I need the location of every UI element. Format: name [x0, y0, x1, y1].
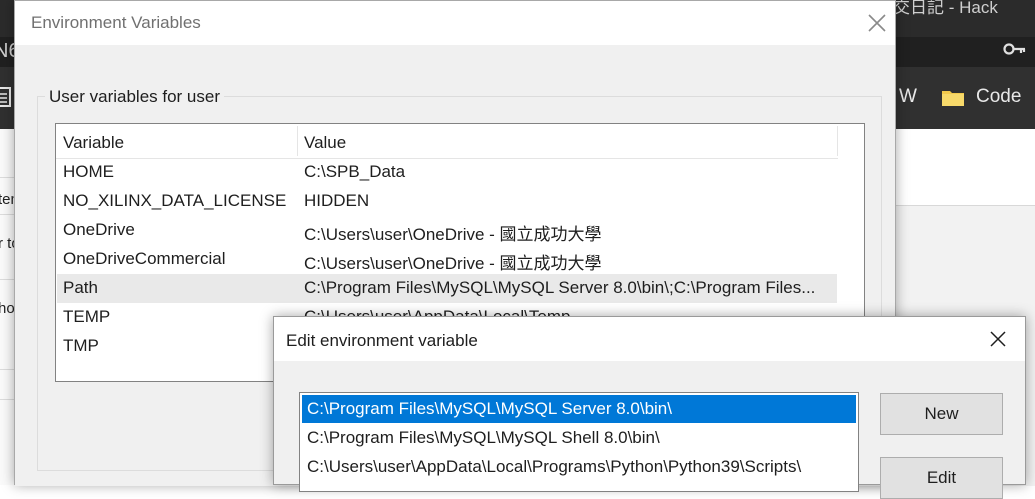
close-icon[interactable] — [986, 327, 1010, 351]
variable-name: HOME — [63, 162, 114, 181]
path-entry[interactable]: C:\Program Files\MySQL\MySQL Server 8.0\… — [302, 395, 856, 423]
path-entry-text: C:\Users\user\AppData\Local\Programs\Pyt… — [307, 457, 802, 476]
user-variables-label: User variables for user — [45, 87, 225, 107]
background-title-fragment: 交日記 - Hack — [893, 0, 998, 17]
variable-row-no-xilinx-data-license[interactable]: NO_XILINX_DATA_LICENSE HIDDEN — [57, 187, 837, 216]
path-entry[interactable]: C:\Program Files\MySQL\MySQL Shell 8.0\b… — [302, 424, 856, 452]
dialog-titlebar: Edit environment variable — [274, 317, 1025, 361]
variable-name: Path — [63, 278, 98, 297]
variable-row-onedrive[interactable]: OneDrive C:\Users\user\OneDrive - 國立成功大學 — [57, 216, 837, 245]
variable-name: OneDrive — [63, 220, 135, 239]
variable-row-home[interactable]: HOME C:\SPB_Data — [57, 158, 837, 187]
variable-value: C:\Users\user\OneDrive - 國立成功大學 — [304, 254, 602, 273]
column-header-value[interactable]: Value — [304, 133, 346, 153]
path-entry-text: C:\Program Files\MySQL\MySQL Shell 8.0\b… — [307, 428, 660, 447]
variable-name: NO_XILINX_DATA_LICENSE — [63, 191, 287, 210]
variable-row-onedrivecommercial[interactable]: OneDriveCommercial C:\Users\user\OneDriv… — [57, 245, 837, 274]
column-divider[interactable] — [297, 126, 298, 156]
dialog-title: Environment Variables — [31, 13, 201, 32]
variable-value: C:\Users\user\OneDrive - 國立成功大學 — [304, 225, 602, 244]
path-entries-list[interactable]: C:\Program Files\MySQL\MySQL Server 8.0\… — [299, 392, 859, 492]
variable-row-path[interactable]: Path C:\Program Files\MySQL\MySQL Server… — [57, 274, 837, 303]
page-icon[interactable] — [0, 86, 12, 108]
folder-icon — [942, 91, 964, 106]
edit-environment-variable-dialog: Edit environment variable C:\Program Fil… — [273, 316, 1026, 499]
path-entry[interactable]: C:\Users\user\AppData\Local\Programs\Pyt… — [302, 453, 856, 481]
bookmark-code[interactable]: Code — [976, 86, 1021, 108]
dialog-titlebar: Environment Variables — [15, 1, 895, 45]
dialog-title: Edit environment variable — [286, 331, 478, 350]
variable-value: C:\SPB_Data — [304, 162, 406, 181]
new-button[interactable]: New — [880, 393, 1003, 435]
column-header-variable[interactable]: Variable — [63, 133, 124, 153]
close-icon[interactable] — [863, 9, 891, 37]
variable-name: TMP — [63, 336, 99, 355]
variable-name: OneDriveCommercial — [63, 249, 226, 268]
edit-button[interactable]: Edit — [880, 457, 1003, 499]
path-entry-text: C:\Program Files\MySQL\MySQL Server 8.0\… — [307, 399, 672, 418]
bookmark-w[interactable]: W — [899, 86, 917, 108]
variable-value: HIDDEN — [304, 191, 370, 210]
variable-value: C:\Program Files\MySQL\MySQL Server 8.0\… — [304, 278, 816, 297]
key-icon[interactable] — [1003, 41, 1027, 57]
list-header: Variable Value — [56, 124, 838, 159]
variable-name: TEMP — [63, 307, 111, 326]
column-divider[interactable] — [837, 126, 838, 156]
